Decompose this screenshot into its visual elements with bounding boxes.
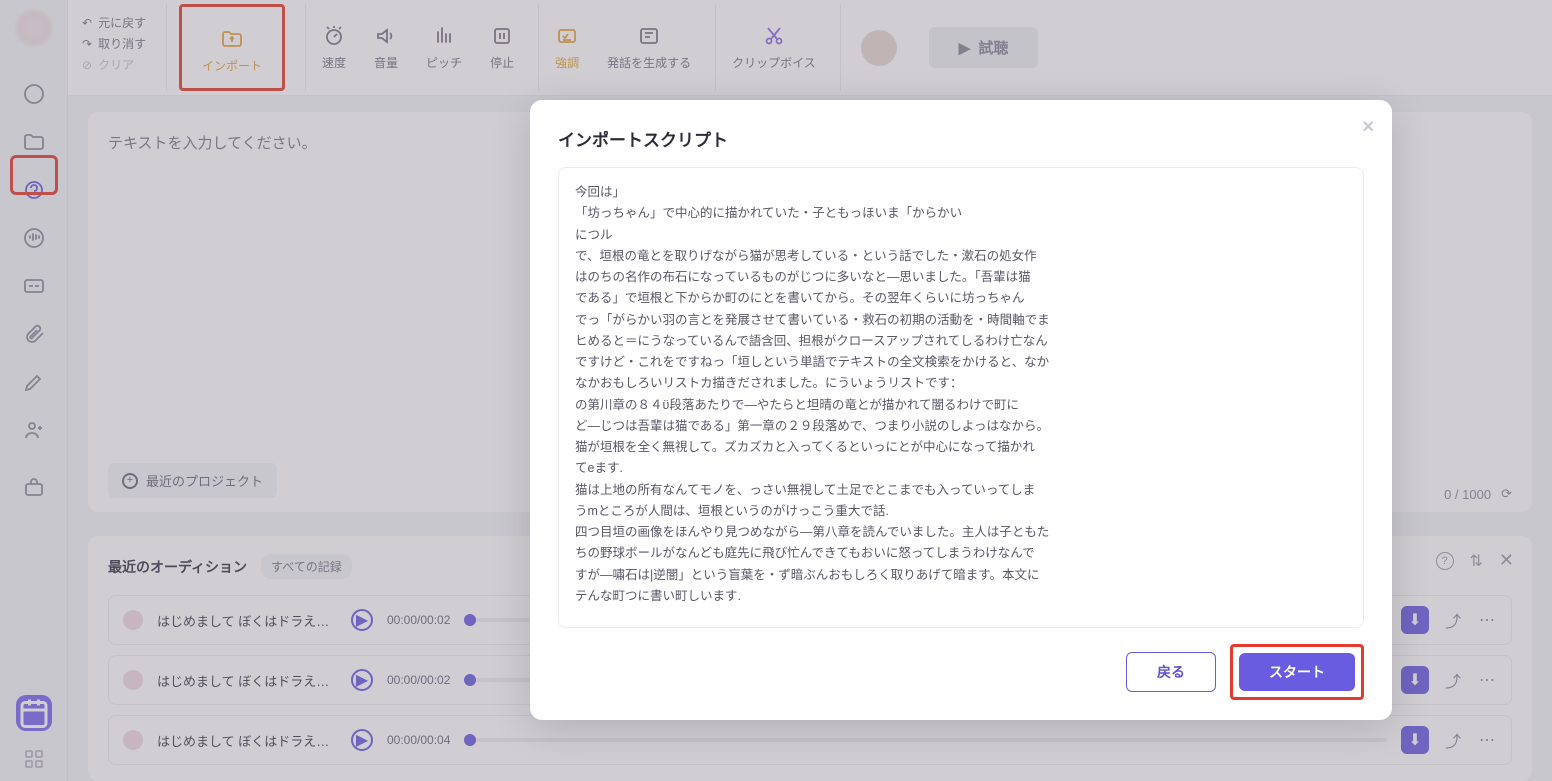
- start-highlight-box: スタート: [1230, 644, 1364, 700]
- back-button[interactable]: 戻る: [1126, 652, 1216, 692]
- modal-script-textarea[interactable]: 今回は」 「坊っちゃん」で中心的に描かれていた・子ともっほいま「からかい につル…: [558, 167, 1364, 628]
- modal-title: インポートスクリプト: [558, 126, 1364, 151]
- start-button[interactable]: スタート: [1239, 653, 1355, 691]
- modal-close-icon[interactable]: ×: [1362, 116, 1374, 139]
- modal-footer: 戻る スタート: [558, 628, 1364, 700]
- import-script-modal: × インポートスクリプト 今回は」 「坊っちゃん」で中心的に描かれていた・子とも…: [530, 100, 1392, 720]
